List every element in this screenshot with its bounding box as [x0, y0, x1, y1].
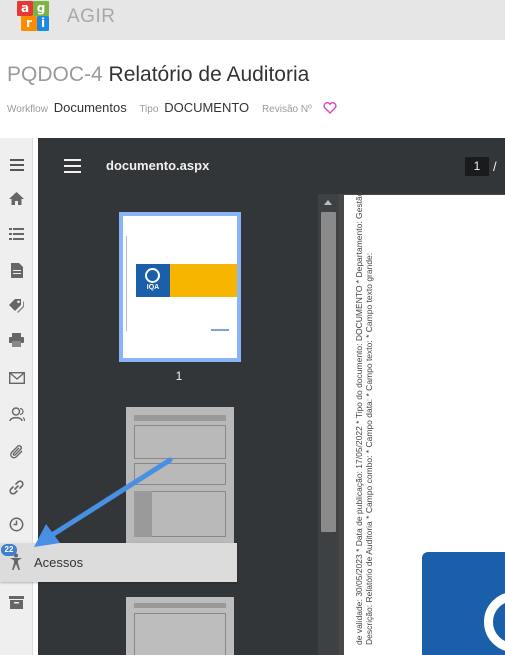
tooltip-label: Acessos	[34, 555, 84, 570]
tipo-value: DOCUMENTO	[164, 100, 250, 115]
document-meta: Workflow Documentos Tipo DOCUMENTO Revis…	[7, 100, 337, 118]
thumbnail-label-1: 1	[175, 369, 183, 383]
revisao-label: Revisão Nº	[261, 104, 312, 115]
thumbnail-page-2[interactable]	[126, 407, 234, 547]
page-separator: /	[493, 159, 497, 174]
attachment-icon[interactable]	[0, 436, 33, 466]
page-title: PQDOC-4 Relatório de Auditoria	[7, 63, 309, 87]
users-icon[interactable]	[0, 399, 33, 429]
list-icon[interactable]	[0, 219, 33, 249]
person-icon[interactable]	[9, 553, 23, 575]
thumb-logo: IQA	[136, 264, 170, 297]
mail-icon[interactable]	[0, 363, 33, 393]
thumbnail-page-1[interactable]: IQA	[119, 212, 241, 362]
page-rotated-line-2: Descrição: Relatório de Auditoria * Camp…	[364, 252, 374, 645]
menu-icon[interactable]	[0, 150, 33, 180]
archive-icon[interactable]	[0, 587, 33, 617]
app-name: AGIR	[67, 6, 116, 27]
document-title: Relatório de Auditoria	[108, 63, 310, 86]
workflow-label: Workflow	[7, 104, 48, 115]
viewer-filename: documento.aspx	[106, 158, 210, 173]
page-rotated-text: de validade: 30/05/2023 * Data de public…	[354, 192, 374, 645]
link-icon[interactable]	[0, 472, 33, 502]
app-header: a g i r AGIR	[0, 0, 505, 40]
scroll-up-arrow-icon[interactable]	[324, 200, 332, 205]
thumbnail-pane: IQA 1 2	[38, 194, 339, 655]
app-logo[interactable]: a g i r	[17, 1, 53, 33]
tipo-label: Tipo	[139, 104, 159, 115]
thumb-logo-text: IQA	[146, 284, 160, 291]
viewer-toolbar: documento.aspx 1 /	[38, 138, 505, 194]
logo-letter-r: r	[21, 16, 37, 31]
logo-letter-g: g	[33, 1, 49, 16]
acessos-count-badge: 22	[1, 544, 17, 556]
pdf-page: de validade: 30/05/2023 * Data de public…	[344, 192, 505, 655]
document-icon[interactable]	[0, 255, 33, 285]
workflow-value[interactable]: Documentos	[54, 100, 127, 115]
page-logo	[422, 552, 505, 655]
document-code: PQDOC-4	[7, 63, 103, 86]
clock-icon[interactable]	[0, 509, 33, 539]
tag-icon[interactable]	[0, 291, 33, 321]
acessos-tooltip: Acessos	[0, 543, 237, 582]
logo-letter-i: i	[37, 16, 49, 31]
scrollbar-thumb[interactable]	[321, 212, 336, 532]
logo-letter-a: a	[17, 1, 33, 16]
page-rotated-line-1: de validade: 30/05/2023 * Data de public…	[354, 191, 364, 645]
thumbnail-page-3[interactable]	[126, 597, 234, 655]
thumb-banner	[170, 264, 237, 297]
home-icon[interactable]	[0, 183, 33, 213]
viewer-menu-icon[interactable]	[64, 159, 81, 177]
page-number-input[interactable]: 1	[465, 157, 489, 176]
print-icon[interactable]	[0, 325, 33, 355]
favorite-heart-icon[interactable]	[322, 101, 337, 117]
